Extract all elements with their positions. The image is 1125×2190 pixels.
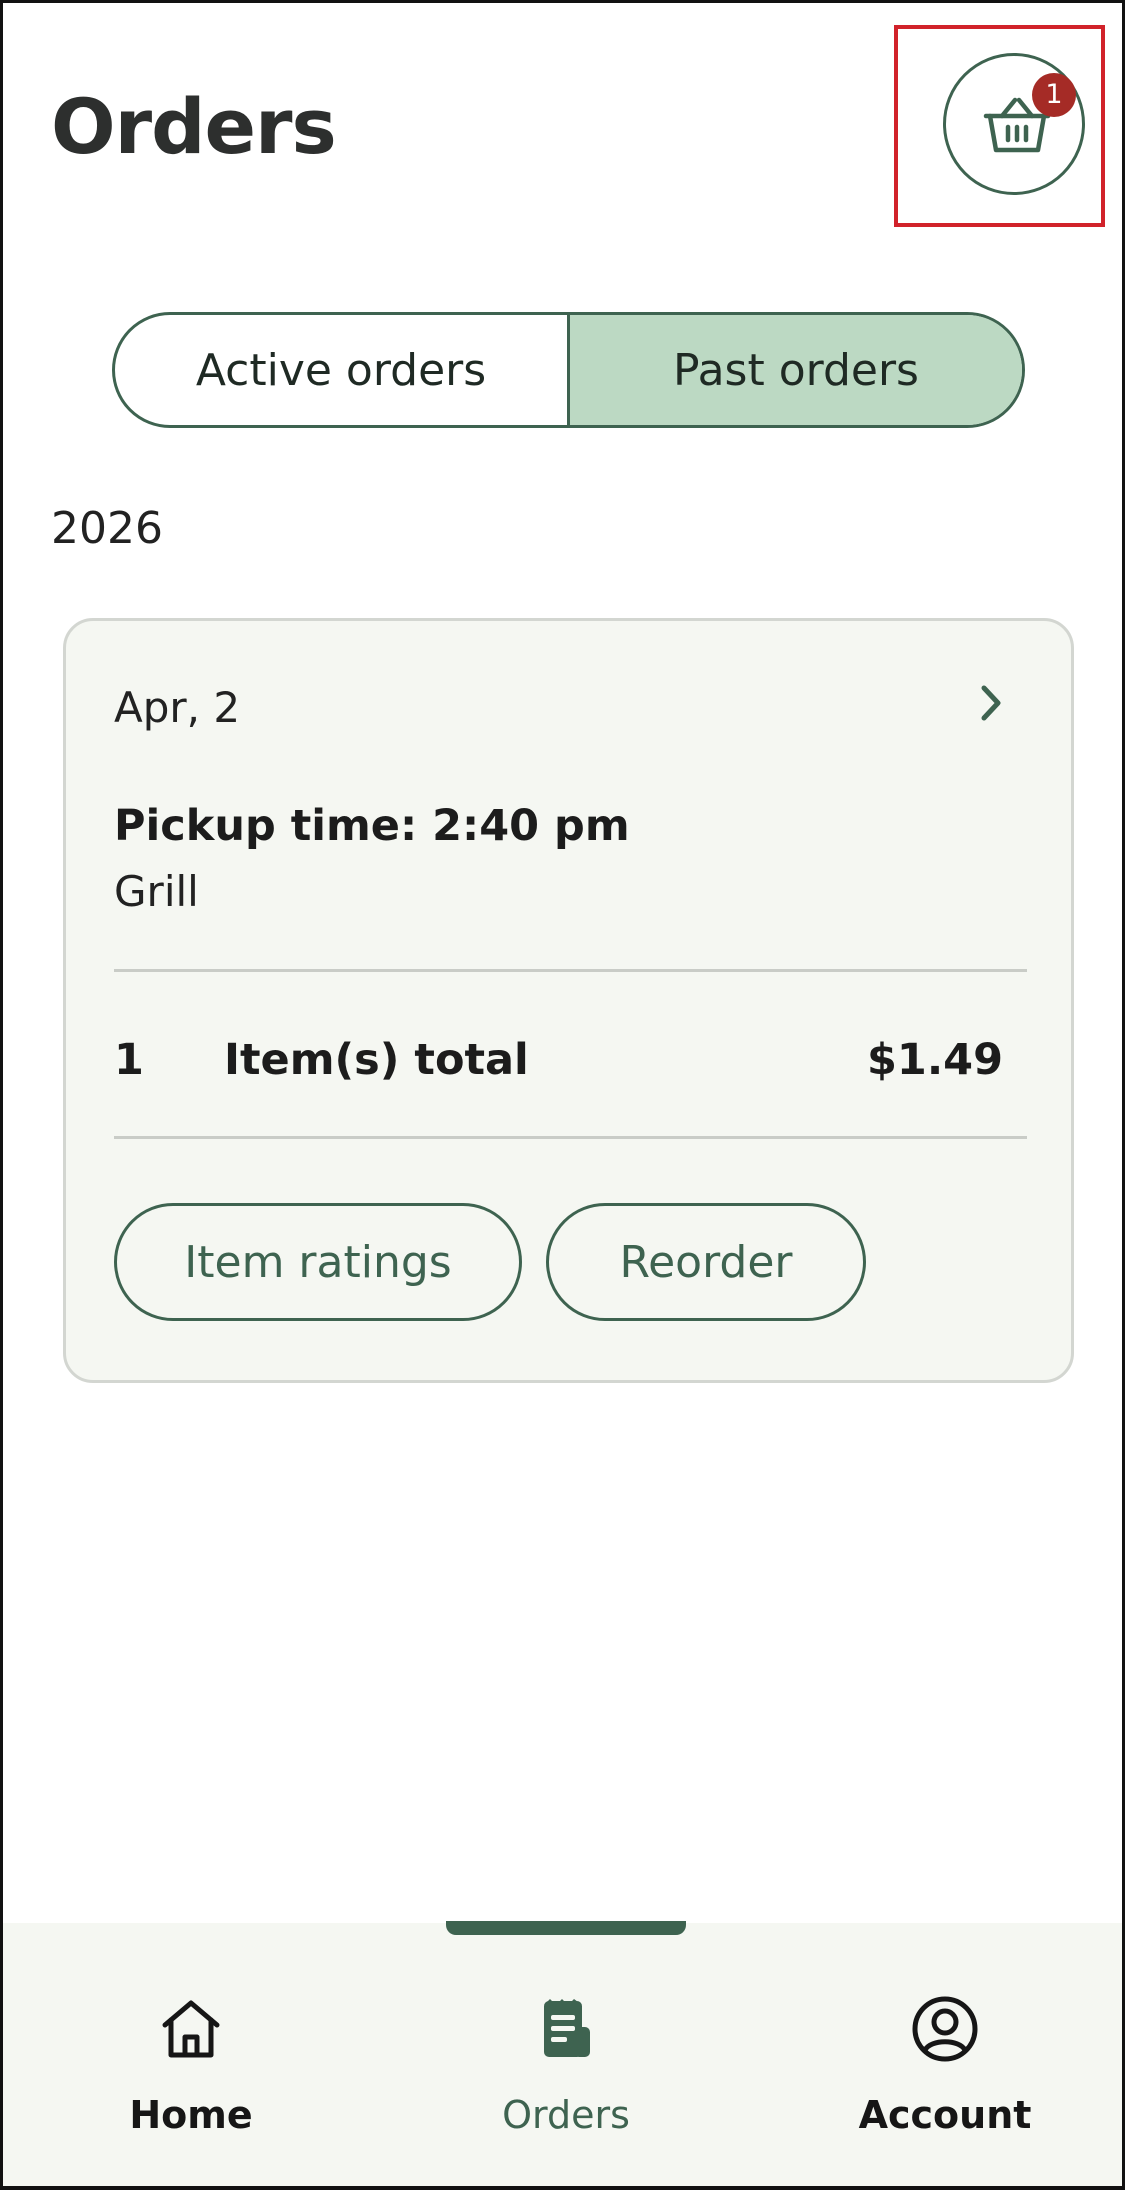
order-date: Apr, 2 (114, 683, 241, 732)
nav-label-account: Account (858, 2093, 1032, 2137)
chevron-right-icon[interactable] (976, 683, 1006, 723)
nav-item-home[interactable]: Home (61, 1993, 321, 2153)
tab-past-orders[interactable]: Past orders (567, 315, 1022, 425)
account-icon (912, 1996, 978, 2062)
basket-count-badge: 1 (1032, 73, 1076, 117)
year-heading: 2026 (51, 503, 163, 554)
nav-label-home: Home (129, 2093, 253, 2137)
card-divider (114, 969, 1027, 972)
orders-tab-switcher: Active orders Past orders (112, 312, 1025, 428)
tab-active-orders[interactable]: Active orders (115, 315, 567, 425)
active-tab-indicator (446, 1921, 686, 1935)
nav-label-orders: Orders (502, 2093, 630, 2137)
home-icon (162, 2000, 220, 2058)
card-divider (114, 1136, 1027, 1139)
item-ratings-button[interactable]: Item ratings (114, 1203, 522, 1321)
receipt-icon (544, 1999, 590, 2057)
item-count: 1 (114, 1035, 144, 1085)
pickup-time: Pickup time: 2:40 pm (114, 801, 630, 851)
page-title: Orders (51, 82, 337, 171)
items-total-label: Item(s) total (224, 1035, 529, 1085)
order-total-price: $1.49 (866, 1035, 1003, 1085)
nav-item-orders[interactable]: Orders (436, 1993, 696, 2153)
orders-screen: Orders 1 Active orders Past orders 2026 … (0, 0, 1125, 2190)
order-card[interactable]: Apr, 2 Pickup time: 2:40 pm Grill 1 Item… (63, 618, 1074, 1383)
pickup-location: Grill (114, 867, 199, 916)
reorder-button[interactable]: Reorder (546, 1203, 866, 1321)
nav-item-account[interactable]: Account (815, 1993, 1075, 2153)
